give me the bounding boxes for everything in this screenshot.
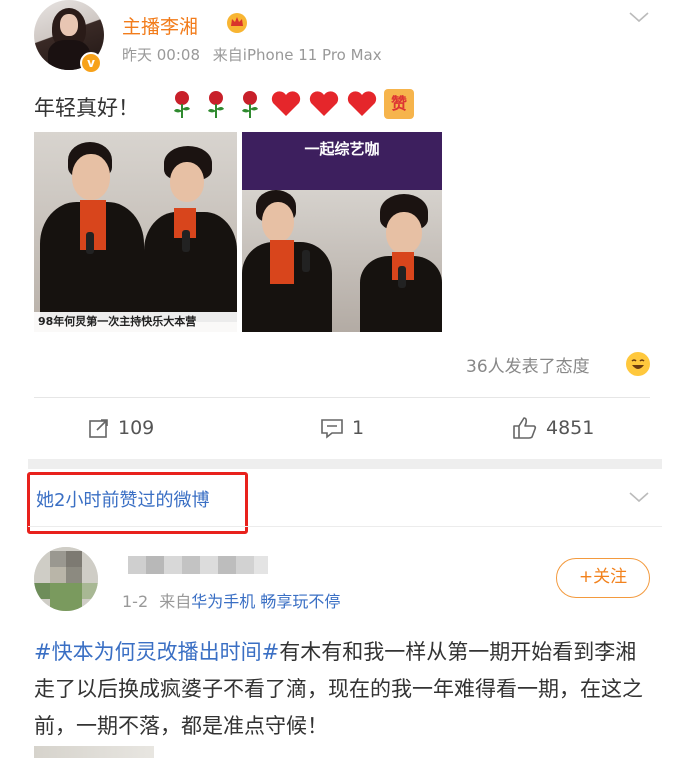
divider bbox=[34, 397, 650, 398]
rose-icon bbox=[208, 91, 224, 118]
heart-icon bbox=[309, 91, 339, 116]
image-caption: 98年何炅第一次主持快乐大本营 bbox=[34, 312, 237, 332]
post-text: 年轻真好！ bbox=[34, 96, 139, 120]
source-prefix: 来自 bbox=[159, 592, 192, 611]
post-meta: 昨天 00:08 来自iPhone 11 Pro Max bbox=[122, 44, 382, 65]
laughing-emoji-icon bbox=[626, 352, 650, 376]
source-link[interactable]: 华为手机 畅享玩不停 bbox=[191, 592, 340, 611]
approvals-count[interactable]: 36人发表了态度 bbox=[466, 352, 590, 377]
chevron-down-icon[interactable] bbox=[628, 490, 650, 504]
emoji-row: 赞 bbox=[168, 88, 414, 120]
follow-button[interactable]: +关注 bbox=[556, 558, 650, 598]
rose-icon bbox=[242, 91, 258, 118]
image-title: 一起综艺咖 bbox=[304, 140, 380, 158]
like-count: 4851 bbox=[546, 417, 595, 439]
next-item-preview bbox=[34, 746, 154, 758]
like-button[interactable]: 4851 bbox=[512, 414, 594, 442]
thumbs-up-icon bbox=[513, 417, 537, 439]
post-text: #快本为何灵改播出时间#有木有和我一样从第一期开始看到李湘走了以后换成疯婆子不看… bbox=[34, 634, 654, 745]
verified-badge-icon: v bbox=[80, 52, 102, 74]
post-image-1[interactable]: 98年何炅第一次主持快乐大本营 bbox=[34, 132, 237, 332]
source-device: iPhone 11 Pro Max bbox=[242, 46, 382, 64]
heart-icon bbox=[271, 91, 301, 116]
repost-count: 109 bbox=[118, 417, 155, 439]
comment-icon bbox=[321, 419, 343, 439]
divider bbox=[28, 526, 662, 527]
post-meta: 1-2 来自华为手机 畅享玩不停 bbox=[122, 588, 340, 612]
source-prefix: 来自 bbox=[212, 46, 243, 64]
rose-icon bbox=[174, 91, 190, 118]
section-separator bbox=[28, 459, 662, 469]
post-time: 1-2 bbox=[122, 592, 149, 611]
repost-icon bbox=[89, 419, 108, 438]
blurred-username bbox=[128, 556, 268, 574]
post-image-2[interactable]: 一起综艺咖 bbox=[242, 132, 442, 332]
zan-sticker-icon: 赞 bbox=[384, 89, 414, 119]
comment-count: 1 bbox=[352, 417, 365, 439]
crown-icon bbox=[227, 13, 247, 33]
comment-button[interactable]: 1 bbox=[320, 414, 364, 442]
post-time: 昨天 00:08 bbox=[122, 46, 200, 64]
username[interactable]: 主播李湘 bbox=[122, 12, 198, 39]
avatar[interactable] bbox=[34, 547, 98, 611]
repost-button[interactable]: 109 bbox=[88, 414, 154, 442]
hashtag-link[interactable]: #快本为何灵改播出时间# bbox=[34, 640, 279, 664]
heart-icon bbox=[347, 91, 377, 116]
chevron-down-icon[interactable] bbox=[628, 10, 650, 24]
highlight-box bbox=[27, 472, 248, 534]
